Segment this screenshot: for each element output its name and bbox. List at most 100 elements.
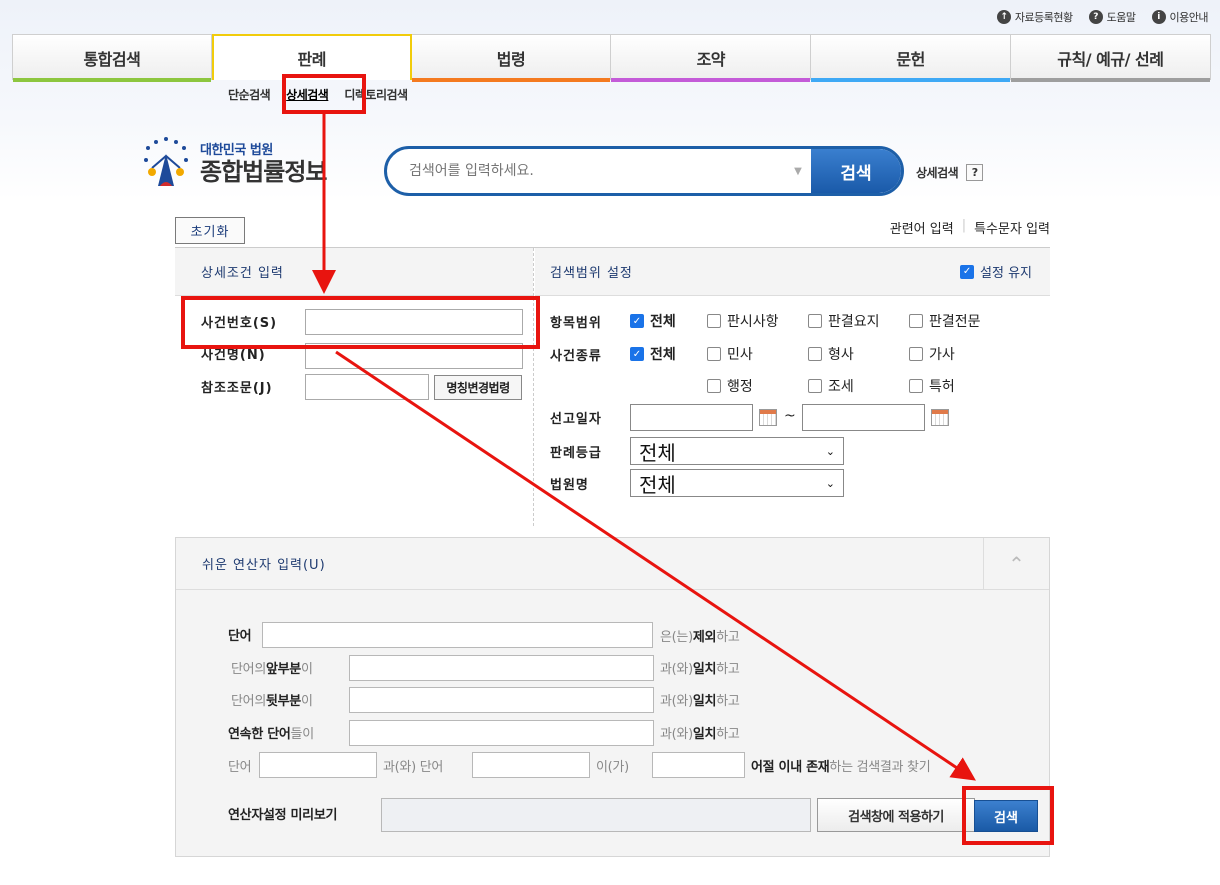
item-holding-checkbox[interactable]: 판시사항 (707, 311, 779, 331)
easy-operator-panel: 쉬운 연산자 입력(U) ⌃ 단어 은(는) 제외 하고 단어의 앞부분 이 과(와… (175, 537, 1050, 857)
tab-treaty[interactable]: 조약 (611, 34, 812, 82)
tab-rules[interactable]: 규칙/ 예규/ 선례 (1010, 34, 1211, 82)
item-all-checkbox[interactable]: ✓ 전체 (630, 311, 676, 331)
search-scope: 검색범위 설정 ✓ 설정 유지 항목범위 ✓ 전체 판시사항 판결요지 판결전문 … (535, 248, 1050, 526)
type-criminal-checkbox[interactable]: 형사 (808, 344, 854, 364)
special-chars-link[interactable]: 특수문자 입력 (974, 218, 1050, 237)
type-patent-checkbox[interactable]: 특허 (909, 376, 955, 396)
exclude-text: 은(는) 제외 하고 (660, 630, 740, 645)
tab-precedent[interactable]: 판례 (211, 34, 412, 80)
type-all-checkbox[interactable]: ✓ 전체 (630, 344, 676, 364)
apply-to-search-button[interactable]: 검색창에 적용하기 (817, 798, 975, 832)
operator-panel-title: 쉬운 연산자 입력(U) (176, 538, 1049, 590)
item-summary-checkbox[interactable]: 판결요지 (808, 311, 880, 331)
checkbox-icon (909, 314, 923, 328)
logo-title: 종합법률정보 (200, 157, 327, 186)
checkbox-icon (808, 314, 822, 328)
type-family-checkbox[interactable]: 가사 (909, 344, 955, 364)
reference-input[interactable] (305, 374, 429, 400)
suffix-label: 단어의 뒷부분 이 (231, 694, 313, 709)
near-distance-input[interactable] (652, 752, 745, 778)
checkbox-icon (909, 347, 923, 361)
link-separator: | (961, 218, 967, 233)
operator-preview-field[interactable] (381, 798, 811, 832)
court-emblem-icon (144, 137, 188, 186)
court-select[interactable]: 전체 ⌄ (630, 469, 844, 497)
item-fulltext-checkbox[interactable]: 판결전문 (909, 311, 981, 331)
utility-links: ↑ 자료등록현황 ? 도움말 i 이용안내 (996, 9, 1209, 25)
type-civil-checkbox[interactable]: 민사 (707, 344, 753, 364)
tab-statute[interactable]: 법령 (411, 34, 612, 82)
date-label: 선고일자 (550, 412, 602, 427)
calendar-icon[interactable] (931, 409, 949, 426)
operator-search-button[interactable]: 검색 (974, 800, 1038, 832)
search-scope-header: 검색범위 설정 ✓ 설정 유지 (535, 248, 1050, 296)
date-from-input[interactable] (630, 404, 753, 431)
exclude-word-input[interactable] (262, 622, 653, 648)
date-to-input[interactable] (802, 404, 925, 431)
chevron-down-icon: ⌄ (825, 444, 835, 458)
search-box: ▼ 검색 (384, 146, 904, 196)
court-label: 법원명 (550, 478, 589, 493)
case-name-label: 사건명(N) (201, 348, 266, 363)
subtab-detailed[interactable]: 상세검색 (286, 86, 329, 103)
phrase-label: 연속한 단어 들이 (228, 727, 314, 742)
suffix-input[interactable] (349, 687, 654, 713)
near-word2-input[interactable] (472, 752, 590, 778)
checkbox-icon (707, 347, 721, 361)
calendar-icon[interactable] (759, 409, 777, 426)
near-is-text: 이(가) (596, 760, 629, 775)
prefix-input[interactable] (349, 655, 654, 681)
item-scope-label: 항목범위 (550, 316, 602, 331)
preview-label: 연산자설정 미리보기 (228, 808, 338, 823)
type-admin-checkbox[interactable]: 행정 (707, 376, 753, 396)
near-and-text: 과(와) 단어 (383, 760, 444, 775)
tab-integrated[interactable]: 통합검색 (12, 34, 212, 82)
subtab-directory[interactable]: 디렉토리검색 (344, 86, 408, 103)
checkbox-icon (707, 379, 721, 393)
type-tax-checkbox[interactable]: 조세 (808, 376, 854, 396)
collapse-chevron-up-icon[interactable]: ⌃ (983, 538, 1049, 590)
checkbox-checked-icon: ✓ (960, 264, 975, 279)
checkbox-checked-icon: ✓ (630, 314, 644, 328)
search-scope-title: 검색범위 설정 (550, 266, 633, 281)
case-name-input[interactable] (305, 343, 523, 369)
phrase-input[interactable] (349, 720, 654, 746)
tab-literature[interactable]: 문헌 (811, 34, 1011, 82)
prefix-label: 단어의 앞부분 이 (231, 662, 313, 677)
search-button[interactable]: 검색 (811, 149, 901, 193)
row-exclude-label: 단어 (228, 629, 252, 644)
info-icon: i (1151, 10, 1166, 24)
chevron-down-icon: ⌄ (825, 476, 835, 490)
checkbox-icon (707, 314, 721, 328)
grade-label: 판례등급 (550, 446, 602, 461)
util-link-guide[interactable]: i 이용안내 (1151, 9, 1209, 25)
advanced-search-label[interactable]: 상세검색 (916, 164, 959, 181)
grade-select[interactable]: 전체 ⌄ (630, 437, 844, 465)
case-number-label: 사건번호(S) (201, 316, 278, 331)
checkbox-icon (808, 379, 822, 393)
detail-conditions: 상세조건 입력 사건번호(S) 사건명(N) 참조조문(J) 명칭변경법령 (175, 248, 534, 526)
suffix-match-text: 과(와) 일치 하고 (660, 694, 740, 709)
case-number-input[interactable] (305, 309, 523, 335)
reset-button[interactable]: 초기화 (175, 217, 245, 244)
util-link-help[interactable]: ? 도움말 (1088, 9, 1136, 25)
logo-subtitle: 대한민국 법원 (200, 142, 273, 158)
detail-conditions-title: 상세조건 입력 (175, 248, 533, 296)
checkbox-icon (909, 379, 923, 393)
subtab-simple[interactable]: 단순검색 (228, 86, 271, 103)
search-input[interactable] (387, 149, 785, 193)
util-link-register[interactable]: ↑ 자료등록현황 (996, 9, 1073, 25)
detail-search-panel: 상세조건 입력 사건번호(S) 사건명(N) 참조조문(J) 명칭변경법령 검색… (175, 247, 1050, 526)
keep-settings-checkbox[interactable]: ✓ 설정 유지 (960, 262, 1032, 281)
sub-tabs: 단순검색 상세검색 디렉토리검색 (228, 86, 408, 103)
renamed-law-button[interactable]: 명칭변경법령 (434, 375, 522, 400)
reference-label: 참조조문(J) (201, 381, 273, 396)
input-links: 관련어 입력 | 특수문자 입력 (890, 218, 1050, 237)
near-word1-input[interactable] (259, 752, 377, 778)
related-words-link[interactable]: 관련어 입력 (890, 218, 954, 237)
site-logo[interactable]: 대한민국 법원 종합법률정보 (140, 134, 327, 190)
chevron-down-icon[interactable]: ▼ (785, 149, 811, 193)
help-icon[interactable]: ? (966, 164, 984, 181)
case-type-label: 사건종류 (550, 349, 602, 364)
